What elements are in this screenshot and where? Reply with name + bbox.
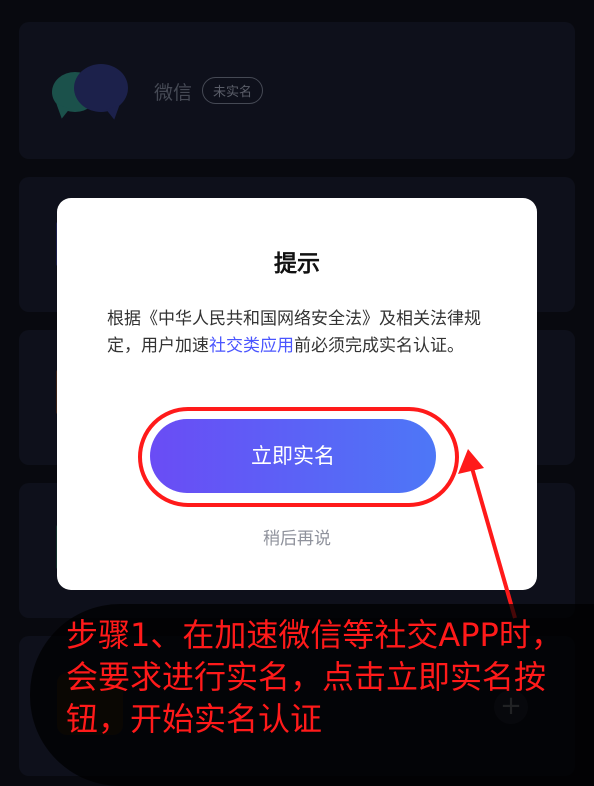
annotation-arrow-head: [458, 449, 484, 474]
annotation-caption: 步骤1、在加速微信等社交APP时，会要求进行实名，点击立即实名按钮，开始实名认证: [66, 616, 563, 738]
annotation-arrow-line: [470, 467, 517, 619]
button-highlight-outline: [138, 407, 459, 507]
